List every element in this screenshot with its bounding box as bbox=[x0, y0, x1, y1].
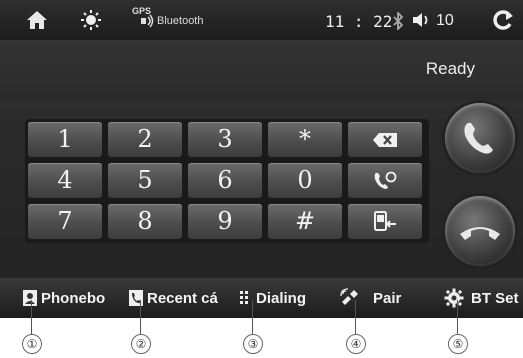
callout-line-4 bbox=[355, 300, 356, 335]
callout-2: ② bbox=[131, 334, 151, 354]
tab-label: Phonebo bbox=[41, 289, 106, 307]
phone-answer-icon bbox=[464, 123, 493, 154]
status-text: Ready bbox=[425, 59, 475, 78]
key-3[interactable]: 3 bbox=[188, 122, 262, 157]
end-call-button[interactable] bbox=[445, 196, 515, 266]
key-7[interactable]: 7 bbox=[28, 204, 102, 239]
callout-1: ① bbox=[22, 334, 42, 354]
clock-time: 11 : 22 bbox=[325, 12, 393, 31]
answer-call-button[interactable] bbox=[445, 103, 515, 173]
status-bar: GPS Bluetooth 11 : 22 10 bbox=[0, 0, 523, 40]
brightness-icon[interactable] bbox=[80, 9, 102, 31]
tab-dialing[interactable]: Dialing bbox=[239, 287, 319, 309]
gear-icon bbox=[444, 288, 464, 308]
tab-bt-settings[interactable]: BT Set bbox=[444, 287, 523, 309]
gps-signal-icon bbox=[141, 14, 154, 28]
tab-phonebook[interactable]: Phonebo bbox=[22, 287, 118, 309]
key-5[interactable]: 5 bbox=[108, 163, 182, 198]
recent-calls-icon bbox=[129, 290, 143, 306]
key-8[interactable]: 8 bbox=[108, 204, 182, 239]
key-9[interactable]: 9 bbox=[188, 204, 262, 239]
callout-line-3 bbox=[252, 300, 253, 335]
phone-screen: GPS Bluetooth 11 : 22 10 Ready 1 2 3 * 4… bbox=[0, 0, 523, 318]
redial-icon bbox=[374, 171, 397, 189]
volume-level: 10 bbox=[436, 12, 454, 29]
bluetooth-icon bbox=[393, 12, 404, 30]
backspace-icon bbox=[373, 133, 397, 147]
key-4[interactable]: 4 bbox=[28, 163, 102, 198]
tab-recent-calls[interactable]: Recent cá bbox=[128, 287, 224, 309]
volume-icon[interactable] bbox=[412, 11, 434, 29]
pair-icon bbox=[340, 288, 358, 305]
dial-keypad: 1 2 3 * 4 5 6 0 7 8 9 # bbox=[25, 119, 429, 243]
callout-line-1 bbox=[31, 300, 32, 335]
callout-5: ⑤ bbox=[448, 334, 468, 354]
key-hash[interactable]: # bbox=[268, 204, 342, 239]
key-0[interactable]: 0 bbox=[268, 163, 342, 198]
callout-3: ③ bbox=[243, 334, 263, 354]
callout-line-5 bbox=[457, 300, 458, 335]
transfer-to-phone-key[interactable] bbox=[348, 204, 422, 239]
key-2[interactable]: 2 bbox=[108, 122, 182, 157]
key-star[interactable]: * bbox=[268, 122, 342, 157]
back-icon[interactable] bbox=[490, 9, 514, 31]
dialpad-icon bbox=[240, 291, 248, 304]
callout-line-2 bbox=[140, 300, 141, 335]
tab-label: Recent cá bbox=[147, 289, 218, 307]
tab-label: BT Set bbox=[471, 289, 519, 307]
phone-hangup-icon bbox=[460, 227, 500, 240]
phone-transfer-icon bbox=[374, 211, 396, 231]
tab-pair[interactable]: Pair bbox=[340, 287, 410, 309]
key-6[interactable]: 6 bbox=[188, 163, 262, 198]
tab-label: Dialing bbox=[256, 289, 307, 307]
redial-key[interactable] bbox=[348, 163, 422, 198]
home-icon[interactable] bbox=[26, 10, 48, 30]
key-1[interactable]: 1 bbox=[28, 122, 102, 157]
bluetooth-label: Bluetooth bbox=[157, 15, 204, 27]
tab-label: Pair bbox=[373, 289, 402, 307]
backspace-key[interactable] bbox=[348, 122, 422, 157]
phonebook-icon bbox=[23, 290, 37, 306]
callout-4: ④ bbox=[346, 334, 366, 354]
